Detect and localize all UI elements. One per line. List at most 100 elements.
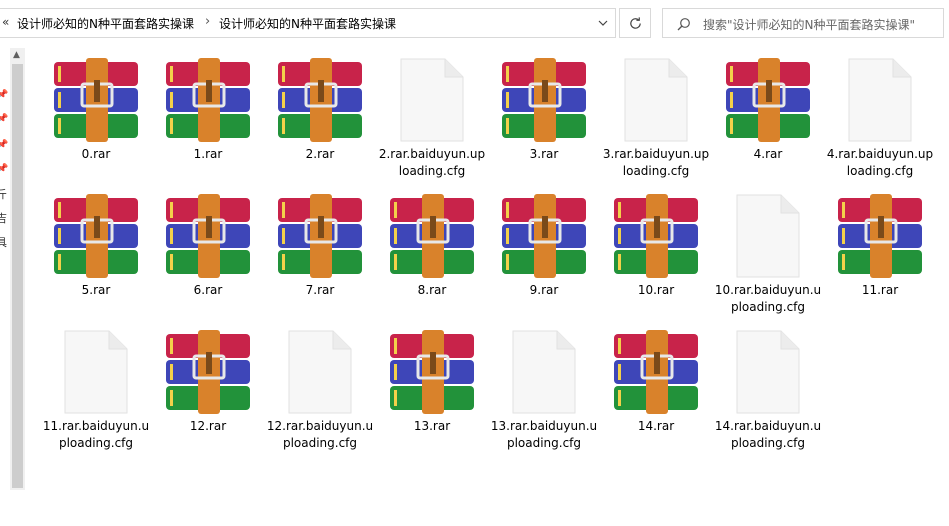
- file-name-label: 2.rar: [305, 147, 335, 161]
- winrar-archive-icon: [838, 194, 922, 278]
- file-icon-wrapper: [600, 328, 712, 416]
- overflow-chevron[interactable]: «: [2, 15, 9, 29]
- file-name-label: 13.rar: [413, 419, 451, 433]
- search-box[interactable]: 搜索"设计师必知的N种平面套路实操课": [662, 8, 944, 38]
- file-item[interactable]: 3.rar.baiduyun.uploading.cfg: [600, 56, 712, 180]
- scroll-up-arrow-icon[interactable]: ▲: [13, 50, 20, 60]
- file-icon-wrapper: [488, 192, 600, 280]
- file-item[interactable]: 6.rar: [152, 192, 264, 299]
- pin-icon: 📌: [0, 114, 9, 124]
- file-name-label: 8.rar: [417, 283, 447, 297]
- winrar-archive-icon: [166, 194, 250, 278]
- file-name-label: 11.rar: [861, 283, 899, 297]
- pin-icon: 📌: [0, 164, 9, 174]
- nav-scrollbar[interactable]: ▲: [10, 48, 25, 490]
- file-icon-wrapper: [40, 192, 152, 280]
- file-item[interactable]: 5.rar: [40, 192, 152, 299]
- file-item[interactable]: 2.rar: [264, 56, 376, 163]
- file-item[interactable]: 13.rar.baiduyun.uploading.cfg: [488, 328, 600, 452]
- file-name-label: 0.rar: [81, 147, 111, 161]
- file-item[interactable]: 8.rar: [376, 192, 488, 299]
- file-item[interactable]: 11.rar: [824, 192, 936, 299]
- file-icon-wrapper: [264, 56, 376, 144]
- file-icon-wrapper: [376, 192, 488, 280]
- file-item[interactable]: 3.rar: [488, 56, 600, 163]
- file-item[interactable]: 0.rar: [40, 56, 152, 163]
- file-icon-wrapper: [264, 192, 376, 280]
- file-item[interactable]: 4.rar: [712, 56, 824, 163]
- file-item[interactable]: 14.rar.baiduyun.uploading.cfg: [712, 328, 824, 452]
- file-item[interactable]: 11.rar.baiduyun.uploading.cfg: [40, 328, 152, 452]
- nav-item-label[interactable]: 具 I: [0, 234, 10, 263]
- address-toolbar: « 设计师必知的N种平面套路实操课 › 设计师必知的N种平面套路实操课 搜索"设…: [0, 0, 949, 48]
- nav-item-label[interactable]: 斤: [0, 186, 7, 202]
- file-icon-wrapper: [488, 328, 600, 416]
- file-name-label: 11.rar.baiduyun.uploading.cfg: [42, 419, 150, 450]
- file-name-label: 2.rar.baiduyun.uploading.cfg: [378, 147, 486, 178]
- scrollbar-thumb[interactable]: [12, 64, 23, 488]
- chevron-down-icon[interactable]: [597, 17, 609, 29]
- file-name-label: 6.rar: [193, 283, 223, 297]
- blank-file-icon: [736, 330, 800, 414]
- winrar-archive-icon: [502, 194, 586, 278]
- file-icon-wrapper: [40, 328, 152, 416]
- file-icon-wrapper: [488, 56, 600, 144]
- file-name-label: 9.rar: [529, 283, 559, 297]
- file-item[interactable]: 12.rar: [152, 328, 264, 435]
- refresh-button[interactable]: [619, 8, 651, 38]
- file-item[interactable]: 7.rar: [264, 192, 376, 299]
- file-icon-wrapper: [712, 328, 824, 416]
- file-name-label: 7.rar: [305, 283, 335, 297]
- winrar-archive-icon: [54, 58, 138, 142]
- file-icon-wrapper: [600, 192, 712, 280]
- winrar-archive-icon: [502, 58, 586, 142]
- file-name-label: 3.rar: [529, 147, 559, 161]
- pin-icon: 📌: [0, 140, 9, 150]
- file-icon-wrapper: [376, 56, 488, 144]
- winrar-archive-icon: [278, 194, 362, 278]
- search-input[interactable]: 搜索"设计师必知的N种平面套路实操课": [703, 16, 915, 33]
- file-name-label: 12.rar: [189, 419, 227, 433]
- file-icon-wrapper: [40, 56, 152, 144]
- winrar-archive-icon: [278, 58, 362, 142]
- refresh-icon: [630, 17, 641, 29]
- file-icon-wrapper: [600, 56, 712, 144]
- file-name-label: 1.rar: [193, 147, 223, 161]
- breadcrumb-item[interactable]: 设计师必知的N种平面套路实操课: [219, 15, 396, 32]
- winrar-archive-icon: [390, 194, 474, 278]
- file-icon-wrapper: [376, 328, 488, 416]
- file-item[interactable]: 2.rar.baiduyun.uploading.cfg: [376, 56, 488, 180]
- nav-item-label[interactable]: 吉: [0, 210, 7, 226]
- file-item[interactable]: 9.rar: [488, 192, 600, 299]
- search-icon: [677, 18, 690, 31]
- blank-file-icon: [512, 330, 576, 414]
- file-item[interactable]: 1.rar: [152, 56, 264, 163]
- file-item[interactable]: 4.rar.baiduyun.uploading.cfg: [824, 56, 936, 180]
- file-name-label: 10.rar: [637, 283, 675, 297]
- file-item[interactable]: 14.rar: [600, 328, 712, 435]
- file-item[interactable]: 13.rar: [376, 328, 488, 435]
- file-item[interactable]: 10.rar.baiduyun.uploading.cfg: [712, 192, 824, 316]
- winrar-archive-icon: [390, 330, 474, 414]
- blank-file-icon: [64, 330, 128, 414]
- file-item[interactable]: 12.rar.baiduyun.uploading.cfg: [264, 328, 376, 452]
- file-name-label: 10.rar.baiduyun.uploading.cfg: [714, 283, 822, 314]
- file-icon-wrapper: [152, 328, 264, 416]
- file-item[interactable]: 10.rar: [600, 192, 712, 299]
- blank-file-icon: [848, 58, 912, 142]
- file-name-label: 12.rar.baiduyun.uploading.cfg: [266, 419, 374, 450]
- blank-file-icon: [288, 330, 352, 414]
- file-name-label: 4.rar: [753, 147, 783, 161]
- winrar-archive-icon: [166, 58, 250, 142]
- file-name-label: 3.rar.baiduyun.uploading.cfg: [602, 147, 710, 178]
- winrar-archive-icon: [54, 194, 138, 278]
- blank-file-icon: [400, 58, 464, 142]
- file-name-label: 4.rar.baiduyun.uploading.cfg: [826, 147, 934, 178]
- file-name-label: 14.rar.baiduyun.uploading.cfg: [714, 419, 822, 450]
- breadcrumb-item[interactable]: 设计师必知的N种平面套路实操课: [17, 15, 194, 32]
- file-icon-wrapper: [712, 192, 824, 280]
- file-icon-wrapper: [264, 328, 376, 416]
- address-bar[interactable]: « 设计师必知的N种平面套路实操课 › 设计师必知的N种平面套路实操课: [0, 8, 616, 38]
- breadcrumb-separator-icon[interactable]: ›: [205, 14, 210, 29]
- winrar-archive-icon: [726, 58, 810, 142]
